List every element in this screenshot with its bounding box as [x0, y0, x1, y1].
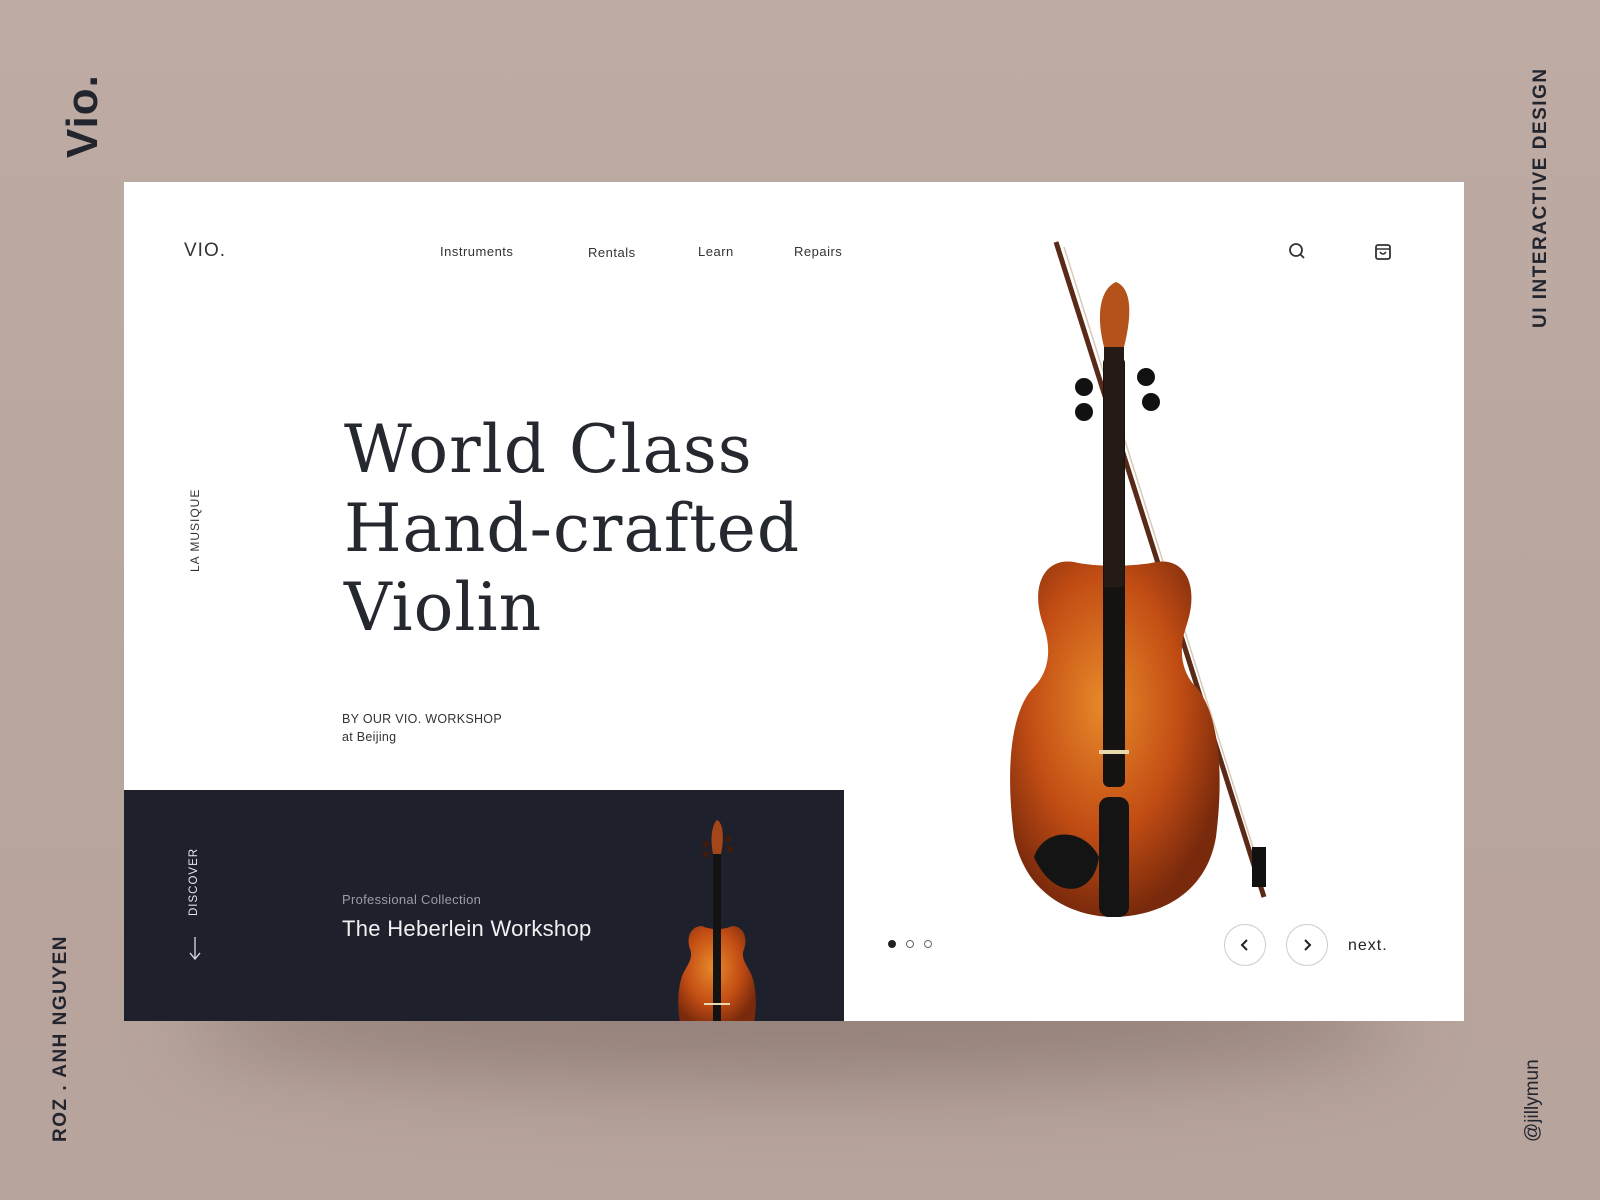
- nav-repairs[interactable]: Repairs: [794, 244, 842, 259]
- next-button[interactable]: [1286, 924, 1328, 966]
- shopping-bag-icon[interactable]: [1372, 240, 1394, 262]
- discover-label: DISCOVER: [188, 847, 200, 916]
- hero-title-line: Hand-crafted: [344, 490, 801, 567]
- arrow-down-icon[interactable]: [188, 936, 202, 962]
- chevron-right-icon: [1304, 939, 1312, 951]
- chevron-left-icon: [1240, 939, 1248, 951]
- brand-mark: Vio.: [58, 74, 107, 158]
- discover-panel[interactable]: DISCOVER Professional Collection The Heb…: [124, 790, 844, 1021]
- author-name: ROZ . ANH NGUYEN: [50, 935, 71, 1142]
- hero-title: World Class Hand-crafted Violin: [344, 410, 800, 647]
- byline: BY OUR VIO. WORKSHOP at Beijing: [342, 710, 502, 746]
- landing-page: VIO. Instruments Rentals Learn Repairs L…: [124, 182, 1464, 1021]
- nav-learn[interactable]: Learn: [698, 244, 734, 259]
- side-label: LA MUSIQUE: [188, 488, 202, 572]
- tagline: UI INTERACTIVE DESIGN: [1530, 67, 1551, 328]
- hero-title-line: World Class: [344, 411, 753, 488]
- collection-title[interactable]: The Heberlein Workshop: [342, 916, 592, 942]
- hero-title-line: Violin: [344, 569, 543, 646]
- prev-button[interactable]: [1224, 924, 1266, 966]
- byline-location: at Beijing: [342, 730, 397, 744]
- nav-instruments[interactable]: Instruments: [440, 244, 513, 259]
- nav-rentals[interactable]: Rentals: [588, 245, 636, 260]
- next-label[interactable]: next.: [1348, 937, 1388, 955]
- logo[interactable]: VIO.: [184, 240, 226, 262]
- byline-workshop: BY OUR VIO. WORKSHOP: [342, 712, 502, 726]
- collection-subtitle: Professional Collection: [342, 892, 482, 907]
- violin-image: [1010, 241, 1267, 917]
- author-handle: @jillymun: [1522, 1059, 1543, 1142]
- carousel-dot-active[interactable]: [888, 940, 896, 948]
- carousel-dot[interactable]: [924, 940, 932, 948]
- carousel-dot[interactable]: [906, 940, 914, 948]
- small-violin-image: [678, 820, 756, 1021]
